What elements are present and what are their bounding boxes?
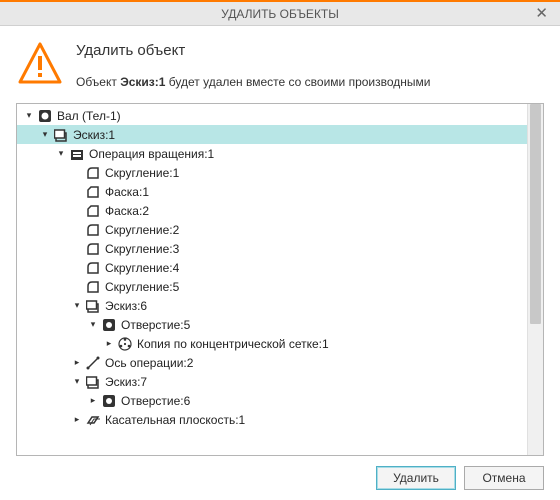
tree-label: Скругление:4: [105, 261, 179, 275]
pattern-icon: [117, 336, 133, 352]
chamfer-icon: [85, 184, 101, 200]
subtitle-suffix: будет удален вместе со своими производны…: [165, 75, 430, 89]
tree-label: Ось операции:2: [105, 356, 193, 370]
tree-label: Эскиз:6: [105, 299, 147, 313]
chamfer-icon: [85, 203, 101, 219]
tree-row[interactable]: ▸ Копия по концентрической сетке:1: [17, 334, 527, 353]
button-row: Удалить Отмена: [0, 456, 560, 500]
plane-icon: [85, 412, 101, 428]
dialog-heading: Удалить объект: [76, 42, 431, 59]
tree-container: ▾ Вал (Тел-1) ▾ Эскиз:1 ▾ Операция вращения:1…: [16, 103, 544, 456]
fillet-icon: [85, 260, 101, 276]
tree-row[interactable]: ▾ Эскиз:7: [17, 372, 527, 391]
tree-label: Эскиз:7: [105, 375, 147, 389]
tree-label: Фаска:1: [105, 185, 149, 199]
scrollbar-thumb[interactable]: [530, 104, 541, 324]
chevron-down-icon[interactable]: ▾: [39, 129, 51, 141]
tree-label: Скругление:5: [105, 280, 179, 294]
tree-row[interactable]: ▸Фаска:1: [17, 182, 527, 201]
tree-row[interactable]: ▸Фаска:2: [17, 201, 527, 220]
subtitle-prefix: Объект: [76, 75, 120, 89]
tree-label: Скругление:1: [105, 166, 179, 180]
tree-row[interactable]: ▸Скругление:5: [17, 277, 527, 296]
tree-label: Операция вращения:1: [89, 147, 214, 161]
tree-label: Копия по концентрической сетке:1: [137, 337, 329, 351]
object-tree[interactable]: ▾ Вал (Тел-1) ▾ Эскиз:1 ▾ Операция вращения:1…: [17, 104, 527, 431]
tree-row[interactable]: ▸Скругление:2: [17, 220, 527, 239]
chevron-down-icon[interactable]: ▾: [87, 319, 99, 331]
cancel-button[interactable]: Отмена: [464, 466, 544, 490]
sketch-icon: [85, 298, 101, 314]
header-row: Удалить объект Объект Эскиз:1 будет удал…: [16, 40, 544, 89]
tree-row[interactable]: ▾ Вал (Тел-1): [17, 106, 527, 125]
delete-objects-dialog: УДАЛИТЬ ОБЪЕКТЫ ✕ Удалить объект Объект …: [0, 0, 560, 500]
body-icon: [37, 108, 53, 124]
axis-icon: [85, 355, 101, 371]
hole-icon: [101, 317, 117, 333]
chevron-right-icon[interactable]: ▸: [87, 395, 99, 407]
header-text: Удалить объект Объект Эскиз:1 будет удал…: [76, 40, 431, 89]
fillet-icon: [85, 241, 101, 257]
revolve-icon: [69, 146, 85, 162]
tree-row[interactable]: ▸Скругление:4: [17, 258, 527, 277]
warning-icon: [16, 40, 64, 88]
sketch-icon: [53, 127, 69, 143]
tree-row[interactable]: ▾ Эскиз:6: [17, 296, 527, 315]
delete-button[interactable]: Удалить: [376, 466, 456, 490]
close-icon[interactable]: ✕: [529, 4, 554, 22]
tree-label: Скругление:3: [105, 242, 179, 256]
tree-row[interactable]: ▸Скругление:1: [17, 163, 527, 182]
tree-label: Фаска:2: [105, 204, 149, 218]
scrollbar[interactable]: [527, 104, 543, 455]
tree-label: Скругление:2: [105, 223, 179, 237]
titlebar: УДАЛИТЬ ОБЪЕКТЫ ✕: [0, 2, 560, 26]
tree-label: Эскиз:1: [73, 128, 115, 142]
sketch-icon: [85, 374, 101, 390]
fillet-icon: [85, 165, 101, 181]
subtitle-object-name: Эскиз:1: [120, 75, 165, 89]
tree-label: Касательная плоскость:1: [105, 413, 245, 427]
tree-row[interactable]: ▾ Эскиз:1: [17, 125, 527, 144]
tree-label: Отверстие:5: [121, 318, 190, 332]
chevron-down-icon[interactable]: ▾: [71, 300, 83, 312]
tree-row[interactable]: ▾ Отверстие:5: [17, 315, 527, 334]
chevron-right-icon[interactable]: ▸: [103, 338, 115, 350]
tree-row[interactable]: ▸ Ось операции:2: [17, 353, 527, 372]
dialog-content: Удалить объект Объект Эскиз:1 будет удал…: [0, 26, 560, 456]
fillet-icon: [85, 279, 101, 295]
dialog-title: УДАЛИТЬ ОБЪЕКТЫ: [221, 7, 339, 21]
tree-row[interactable]: ▸ Отверстие:6: [17, 391, 527, 410]
chevron-down-icon[interactable]: ▾: [55, 148, 67, 160]
tree-label: Вал (Тел-1): [57, 109, 121, 123]
fillet-icon: [85, 222, 101, 238]
dialog-subtitle: Объект Эскиз:1 будет удален вместе со св…: [76, 75, 431, 89]
tree-row[interactable]: ▾ Операция вращения:1: [17, 144, 527, 163]
chevron-down-icon[interactable]: ▾: [71, 376, 83, 388]
hole-icon: [101, 393, 117, 409]
tree-row[interactable]: ▸Скругление:3: [17, 239, 527, 258]
chevron-right-icon[interactable]: ▸: [71, 414, 83, 426]
tree-row[interactable]: ▸ Касательная плоскость:1: [17, 410, 527, 429]
chevron-down-icon[interactable]: ▾: [23, 110, 35, 122]
tree-label: Отверстие:6: [121, 394, 190, 408]
chevron-right-icon[interactable]: ▸: [71, 357, 83, 369]
